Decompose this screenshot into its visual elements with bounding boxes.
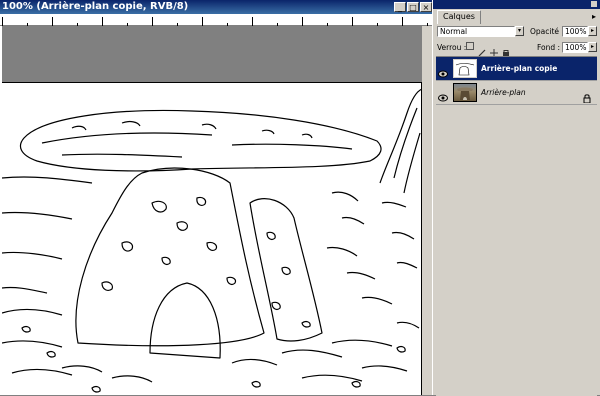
fill-slider-icon[interactable]: ▸	[588, 42, 597, 52]
lock-all-icon[interactable]	[502, 42, 510, 57]
mountain-outline	[379, 88, 423, 184]
blend-mode-dropdown-icon[interactable]: ▾	[515, 26, 524, 36]
lock-position-icon[interactable]	[490, 42, 498, 57]
maximize-button[interactable]: □	[407, 2, 419, 12]
palette-tab-row: Calques ▸	[433, 9, 600, 24]
fill-value: 100%	[565, 43, 587, 52]
opacity-value: 100%	[565, 27, 587, 36]
blend-mode-value: Normal	[440, 27, 468, 36]
minimize-button[interactable]: _	[394, 2, 406, 12]
palette-close-icon[interactable]	[591, 1, 597, 7]
fill-label: Fond :	[537, 43, 561, 52]
layer-thumbnail	[453, 59, 477, 78]
fill-input[interactable]: 100%	[562, 42, 588, 53]
close-button[interactable]: ×	[420, 2, 432, 12]
image-canvas[interactable]	[2, 82, 423, 395]
pillar-outline	[75, 167, 265, 347]
opacity-slider-icon[interactable]: ▸	[588, 26, 597, 36]
top-ruler[interactable]	[0, 14, 432, 29]
capstone-outline	[19, 109, 382, 172]
visibility-eye-icon[interactable]	[438, 64, 448, 78]
visibility-eye-icon[interactable]	[438, 88, 448, 102]
layer-row-arriere-plan[interactable]: Arrière-plan	[436, 81, 597, 105]
palette-menu-icon[interactable]: ▸	[592, 12, 596, 21]
opacity-input[interactable]: 100%	[562, 26, 588, 37]
layer-name: Arrière-plan copie	[481, 64, 558, 73]
outline-drawing	[2, 88, 423, 393]
layer-name: Arrière-plan	[481, 88, 526, 97]
tab-calques[interactable]: Calques	[437, 10, 481, 24]
vertical-scrollbar[interactable]	[422, 26, 432, 395]
lock-icon	[583, 88, 591, 107]
lock-paint-icon[interactable]	[478, 42, 486, 57]
layer-thumbnail	[453, 83, 477, 102]
lock-transparency-icon[interactable]	[466, 42, 474, 50]
layers-list[interactable]: Arrière-plan copie Arrière-plan	[436, 56, 597, 396]
canvas-area[interactable]	[2, 26, 432, 395]
layers-palette: Calques ▸ Normal ▾ Opacité : 100% ▸ Verr…	[432, 0, 600, 396]
document-titlebar[interactable]: 100% (Arrière-plan copie, RVB/8) _ □ ×	[0, 0, 432, 14]
palette-titlebar[interactable]	[433, 0, 600, 9]
lock-label: Verrou :	[437, 43, 467, 52]
opacity-label: Opacité :	[530, 27, 564, 36]
layer-row-arriere-plan-copie[interactable]: Arrière-plan copie	[436, 57, 597, 81]
arch-outline	[149, 282, 221, 359]
blend-mode-select[interactable]: Normal	[437, 26, 515, 37]
document-title: 100% (Arrière-plan copie, RVB/8)	[2, 1, 189, 12]
